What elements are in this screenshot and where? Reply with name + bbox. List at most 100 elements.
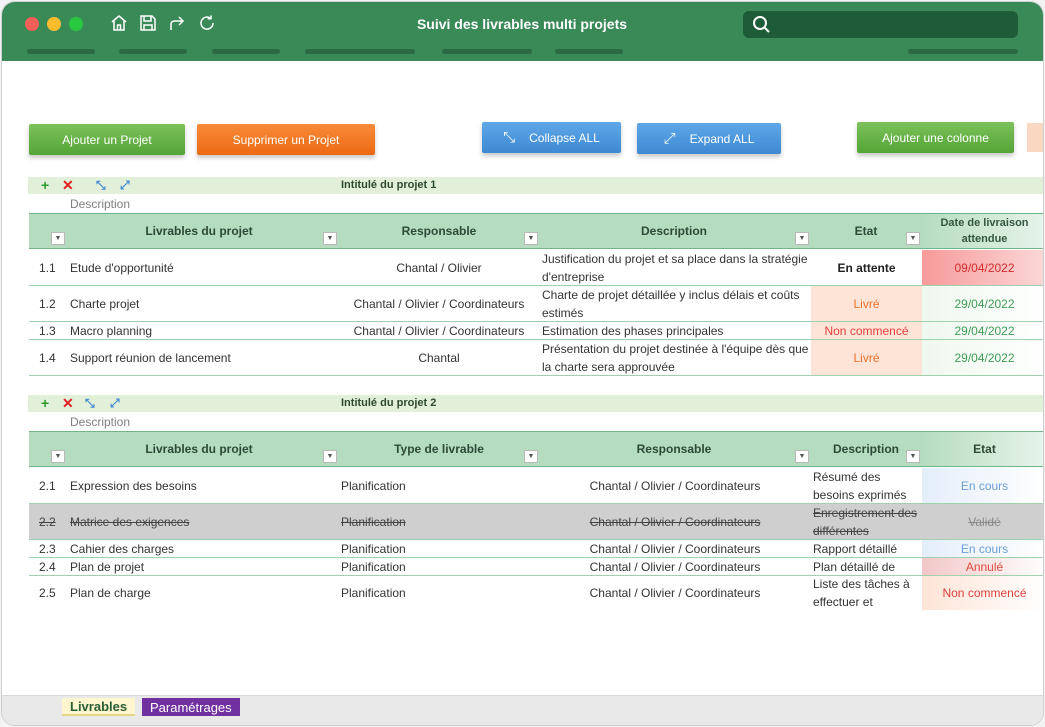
table-row[interactable]: 2.4 Plan de projet Planification Chantal… — [29, 558, 1043, 576]
collapse-icon[interactable]: ⤡ — [96, 177, 106, 194]
deliverable-name: Expression des besoins — [70, 478, 197, 493]
expand-all-button[interactable]: ⤢ Expand ALL — [637, 123, 781, 154]
table-row[interactable]: 2.5 Plan de charge Planification Chantal… — [29, 576, 1043, 610]
zoom-window-button[interactable] — [69, 17, 83, 31]
sheet-tab-parametrages[interactable]: Paramétrages — [142, 698, 240, 716]
add-column-label: Ajouter une colonne — [882, 130, 989, 145]
col-header-owner: Responsable — [401, 224, 477, 238]
project-1-table-header: Livrables du projet ▼ ▼ Responsable ▼ De… — [29, 213, 1043, 249]
deliverable-description: Présentation du projet destinée à l'équi… — [542, 341, 809, 374]
project-2-title: Intitulé du projet 2 — [341, 397, 437, 409]
filter-dropdown-icon[interactable]: ▼ — [906, 232, 920, 245]
minimize-window-button[interactable] — [47, 17, 61, 31]
refresh-icon[interactable] — [198, 14, 216, 32]
col-header-description: Description — [832, 442, 899, 456]
deliverable-description: Enregistrement des différentes — [813, 505, 918, 538]
menu-placeholder[interactable] — [908, 49, 1018, 54]
menu-placeholder[interactable] — [27, 49, 95, 54]
deliverable-name: Cahier des charges — [70, 541, 175, 556]
row-number: 1.4 — [39, 350, 56, 365]
extra-button-partial[interactable] — [1027, 123, 1043, 152]
share-icon[interactable] — [168, 14, 186, 32]
delete-deliverable-icon[interactable]: ✕ — [62, 177, 74, 194]
table-row[interactable]: 2.2 Matrice des exigences Planification … — [29, 504, 1043, 540]
save-icon[interactable] — [139, 14, 157, 32]
expand-icon[interactable]: ⤢ — [120, 177, 130, 194]
status-badge: Livré — [811, 286, 922, 321]
deliverable-description: Plan détaillé de — [813, 559, 896, 574]
title-bar: Suivi des livrables multi projets — [2, 2, 1043, 61]
collapse-all-button[interactable]: ⤡ Collapse ALL — [482, 122, 621, 153]
deliverable-description: Rapport détaillé — [813, 541, 898, 556]
menu-placeholder[interactable] — [119, 49, 187, 54]
table-row[interactable]: 1.1 Etude d'opportunité Chantal / Olivie… — [29, 250, 1043, 286]
add-deliverable-icon[interactable]: + — [41, 395, 49, 412]
col-header-due-date: Date de livraison attendue — [922, 214, 1043, 248]
col-header-owner: Responsable — [636, 442, 712, 456]
deliverable-type: Planification — [341, 559, 406, 574]
menu-placeholder[interactable] — [212, 49, 280, 54]
row-number: 2.2 — [39, 514, 56, 529]
deliverable-type: Planification — [341, 478, 406, 493]
delete-project-button[interactable]: Supprimer un Projet — [197, 124, 375, 155]
table-row[interactable]: 2.3 Cahier des charges Planification Cha… — [29, 540, 1043, 558]
collapse-all-label: Collapse ALL — [529, 130, 600, 145]
delete-project-label: Supprimer un Projet — [232, 132, 340, 147]
filter-dropdown-icon[interactable]: ▼ — [524, 450, 538, 463]
deliverable-description: Justification du projet et sa place dans… — [542, 251, 808, 284]
status-badge: Annulé — [922, 558, 1043, 575]
filter-dropdown-icon[interactable]: ▼ — [524, 232, 538, 245]
deliverable-description: Estimation des phases principales — [542, 323, 724, 338]
deliverable-description: Charte de projet détaillée y inclus déla… — [542, 287, 800, 320]
row-number: 2.1 — [39, 478, 56, 493]
owner: Chantal / Olivier / Coordinateurs — [589, 586, 761, 600]
delete-deliverable-icon[interactable]: ✕ — [62, 395, 74, 412]
owner: Chantal / Olivier / Coordinateurs — [353, 323, 525, 338]
deliverable-type: Planification — [341, 541, 406, 556]
add-project-label: Ajouter un Projet — [62, 132, 152, 147]
table-row[interactable]: 1.4 Support réunion de lancement Chantal… — [29, 340, 1043, 376]
owner: Chantal / Olivier / Coordinateurs — [589, 478, 761, 493]
expand-icon[interactable]: ⤢ — [110, 395, 120, 412]
col-header-deliverables: Livrables du projet — [145, 442, 253, 456]
col-header-type: Type de livrable — [394, 442, 484, 456]
table-row[interactable]: 2.1 Expression des besoins Planification… — [29, 468, 1043, 504]
app-window: Suivi des livrables multi projets Ajoute… — [1, 1, 1044, 726]
home-icon[interactable] — [110, 14, 128, 32]
filter-dropdown-icon[interactable]: ▼ — [323, 232, 337, 245]
add-deliverable-icon[interactable]: + — [41, 177, 49, 194]
status-badge: Non commencé — [922, 576, 1043, 610]
col-header-description: Description — [640, 224, 707, 238]
filter-dropdown-icon[interactable]: ▼ — [906, 450, 920, 463]
col-header-state: Etat — [854, 224, 878, 238]
menu-placeholder[interactable] — [305, 49, 415, 54]
table-row[interactable]: 1.3 Macro planning Chantal / Olivier / C… — [29, 322, 1043, 340]
filter-dropdown-icon[interactable]: ▼ — [795, 450, 809, 463]
deliverable-name: Charte projet — [70, 296, 140, 311]
owner: Chantal / Olivier / Coordinateurs — [589, 514, 761, 529]
search-input[interactable] — [743, 11, 1018, 38]
deliverable-description: Résumé des besoins exprimés — [813, 469, 907, 502]
project-2-description-label: Description — [70, 415, 131, 429]
menu-placeholder[interactable] — [442, 49, 532, 54]
deliverable-name: Etude d'opportunité — [70, 260, 174, 275]
menu-placeholder[interactable] — [555, 49, 623, 54]
col-header-state: Etat — [922, 432, 1043, 466]
table-row[interactable]: 1.2 Charte projet Chantal / Olivier / Co… — [29, 286, 1043, 322]
owner: Chantal / Olivier / Coordinateurs — [589, 559, 761, 574]
status-badge: Non commencé — [811, 322, 922, 339]
filter-dropdown-icon[interactable]: ▼ — [795, 232, 809, 245]
filter-dropdown-icon[interactable]: ▼ — [323, 450, 337, 463]
status-badge: Livré — [811, 340, 922, 375]
add-column-button[interactable]: Ajouter une colonne — [857, 122, 1014, 153]
owner: Chantal / Olivier — [396, 260, 482, 275]
collapse-icon[interactable]: ⤡ — [85, 395, 95, 412]
row-number: 2.4 — [39, 559, 56, 574]
filter-dropdown-icon[interactable]: ▼ — [51, 450, 65, 463]
sheet-tab-livrables[interactable]: Livrables — [62, 698, 136, 716]
add-project-button[interactable]: Ajouter un Projet — [29, 124, 185, 155]
row-number: 1.3 — [39, 323, 56, 338]
close-window-button[interactable] — [25, 17, 39, 31]
filter-dropdown-icon[interactable]: ▼ — [51, 232, 65, 245]
deliverable-name: Matrice des exigences — [70, 514, 190, 529]
